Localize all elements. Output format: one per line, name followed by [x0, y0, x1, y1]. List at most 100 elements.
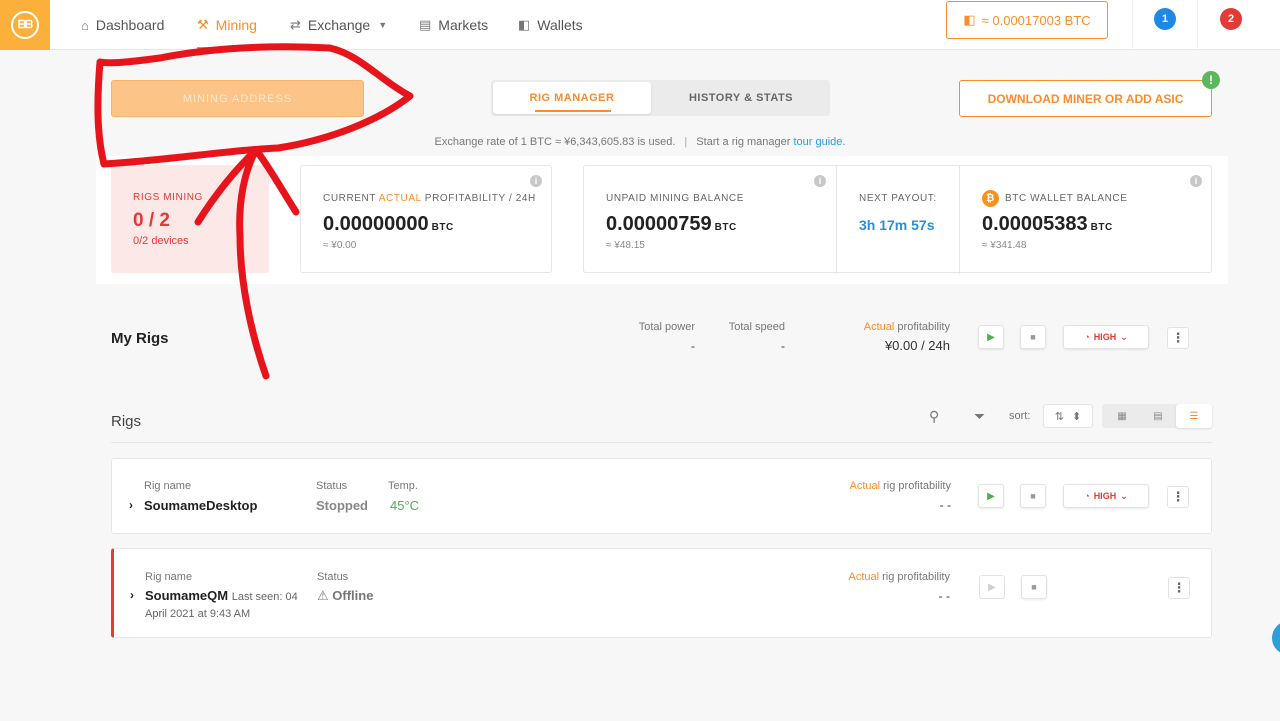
alert-icon[interactable]: ! — [1202, 71, 1220, 89]
home-icon: ⌂ — [81, 17, 89, 33]
tab-label: RIG MANAGER — [529, 92, 615, 104]
more-options-icon[interactable]: ⋮ — [1167, 327, 1189, 349]
chevron-right-icon[interactable]: › — [130, 588, 134, 602]
nav-item-mining[interactable]: ⚒ Mining — [197, 0, 257, 50]
value-number: 0.00000759 — [606, 213, 712, 235]
tab-history-stats[interactable]: HISTORY & STATS — [661, 80, 821, 116]
btc-balance-text: ≈ 0.00017003 BTC — [981, 12, 1091, 28]
nav-item-exchange[interactable]: ⇄ Exchange ▼ — [290, 0, 387, 50]
label-highlight: ACTUAL — [378, 193, 422, 204]
card-divider — [836, 166, 837, 274]
temp-label: Temp. — [388, 480, 418, 492]
rig-row-soumamedesktop[interactable]: Rig name › SoumameDesktop Status Stopped… — [111, 458, 1212, 534]
exchange-icon: ⇄ — [290, 17, 301, 32]
profitability-stat: CURRENT ACTUAL PROFITABILITY / 24H 0.000… — [323, 193, 536, 251]
rig-name-label: Rig name — [144, 480, 192, 492]
rig-profitability-value: - - — [938, 589, 950, 603]
unpaid-balance-label: UNPAID MINING BALANCE — [606, 193, 744, 204]
stop-rig-button[interactable]: ■ — [1020, 484, 1046, 508]
rigs-title: Rigs — [111, 413, 142, 430]
label-text: BTC WALLET BALANCE — [1005, 193, 1128, 205]
total-power-label: Total power — [638, 321, 695, 333]
status-label: Status — [317, 571, 349, 583]
btc-balance-button[interactable]: ◧ ≈ 0.00017003 BTC — [946, 1, 1108, 39]
list-view-icon[interactable]: ▤ — [1140, 404, 1176, 428]
value-unit: BTC — [714, 222, 737, 233]
more-options-icon[interactable]: ⋮ — [1167, 486, 1189, 508]
actual-profitability-label: Actual profitability — [800, 321, 950, 333]
label-part: rig profitability — [879, 571, 950, 583]
rig-name: SoumameDesktop — [144, 498, 258, 513]
start-all-button[interactable]: ▶ — [978, 325, 1004, 349]
exchange-rate-text: Exchange rate of 1 BTC ≈ ¥6,343,605.83 i… — [434, 136, 676, 148]
stop-all-button[interactable]: ■ — [1020, 325, 1046, 349]
rigs-mining-value: 0 / 2 — [133, 210, 170, 231]
tab-rig-manager[interactable]: RIG MANAGER — [493, 82, 651, 114]
info-icon[interactable]: i — [814, 175, 826, 187]
power-mode-dropdown[interactable]: ◔ HIGH ⌄ — [1063, 484, 1149, 508]
nav-item-markets[interactable]: ▤ Markets — [419, 0, 488, 50]
start-rig-button[interactable]: ▶ — [979, 575, 1005, 599]
nav-label: Wallets — [537, 17, 583, 33]
view-toggle: ▦ ▤ ☰ — [1102, 404, 1212, 428]
rigs-mining-label: RIGS MINING — [133, 192, 203, 203]
nav-divider — [1132, 0, 1133, 50]
grid-view-icon[interactable]: ▦ — [1104, 404, 1140, 428]
unpaid-balance-stat: UNPAID MINING BALANCE 0.00000759 BTC ≈ ¥4… — [606, 193, 744, 251]
profitability-label: CURRENT ACTUAL PROFITABILITY / 24H — [323, 193, 536, 204]
rigs-mining-card: RIGS MINING 0 / 2 0/2 devices — [111, 165, 269, 273]
next-payout-label: NEXT PAYOUT: — [859, 193, 937, 204]
sort-dropdown[interactable]: ⇅ ⬍ — [1043, 404, 1093, 428]
search-icon[interactable]: ⚲ — [929, 408, 939, 425]
notification-badge-red[interactable]: 2 — [1220, 8, 1242, 30]
stop-rig-button[interactable]: ■ — [1021, 575, 1047, 599]
chevron-down-icon: ▼ — [378, 20, 388, 30]
top-nav: ᗷᗷ ⌂ Dashboard ⚒ Mining ⇄ Exchange ▼ ▤ Market… — [0, 0, 1280, 50]
balance-card: UNPAID MINING BALANCE 0.00000759 BTC ≈ ¥4… — [583, 165, 1212, 274]
card-divider — [959, 166, 960, 274]
divider — [111, 442, 1212, 443]
rig-profitability-label: Actual rig profitability — [800, 571, 951, 583]
rig-name-label: Rig name — [145, 571, 193, 583]
power-mode-dropdown[interactable]: ◔ HIGH ⌄ — [1063, 325, 1149, 349]
help-chat-button[interactable] — [1272, 621, 1280, 655]
status-text: Offline — [332, 588, 374, 603]
rig-row-soumameqm[interactable]: Rig name › SoumameQM Last seen: 04 April … — [111, 548, 1212, 638]
filter-icon[interactable]: ⏷ — [974, 408, 985, 425]
profitability-card: CURRENT ACTUAL PROFITABILITY / 24H 0.000… — [300, 165, 552, 273]
value-unit: BTC — [431, 222, 454, 233]
logo[interactable]: ᗷᗷ — [0, 0, 50, 50]
wallet-balance-label: ₿ BTC WALLET BALANCE — [982, 190, 1128, 207]
tab-active-underline — [535, 110, 611, 112]
rig-name: SoumameQM Last seen: 04 April 2021 at 9:4… — [145, 588, 315, 622]
nav-item-wallets[interactable]: ◧ Wallets — [518, 0, 583, 50]
label-part: rig profitability — [880, 480, 951, 492]
mining-address-button[interactable]: MINING ADDRESS — [111, 80, 364, 117]
nav-label: Dashboard — [95, 17, 165, 33]
next-payout-value: 3h 17m 57s — [859, 217, 935, 233]
compact-view-icon[interactable]: ☰ — [1176, 404, 1212, 428]
more-options-icon[interactable]: ⋮ — [1168, 577, 1190, 599]
download-miner-button[interactable]: DOWNLOAD MINER OR ADD ASIC — [959, 80, 1212, 117]
rig-status: Stopped — [316, 498, 368, 513]
wallet-icon: ◧ — [963, 12, 976, 27]
notification-badge-blue[interactable]: 1 — [1154, 8, 1176, 30]
profitability-fiat: ≈ ¥0.00 — [323, 240, 357, 251]
rig-temperature: 45°C — [390, 498, 420, 513]
info-icon[interactable]: i — [1190, 175, 1202, 187]
pickaxe-icon: ⚒ — [197, 17, 209, 32]
chevron-right-icon[interactable]: › — [129, 498, 133, 512]
info-icon[interactable]: i — [530, 175, 542, 187]
power-mode-label: HIGH — [1093, 332, 1117, 342]
wallet-balance-value: 0.00005383 BTC — [982, 213, 1128, 236]
profitability-value: 0.00000000 BTC — [323, 213, 536, 236]
label-part: profitability — [894, 321, 950, 333]
tour-suffix: . — [842, 136, 846, 148]
tour-guide-link[interactable]: tour guide — [793, 136, 842, 148]
nav-item-dashboard[interactable]: ⌂ Dashboard — [81, 0, 164, 50]
rig-name-text: SoumameQM — [145, 588, 229, 603]
start-rig-button[interactable]: ▶ — [978, 484, 1004, 508]
logo-icon: ᗷᗷ — [11, 11, 39, 39]
coins-icon: ▤ — [419, 17, 432, 32]
nav-divider — [1197, 0, 1198, 50]
